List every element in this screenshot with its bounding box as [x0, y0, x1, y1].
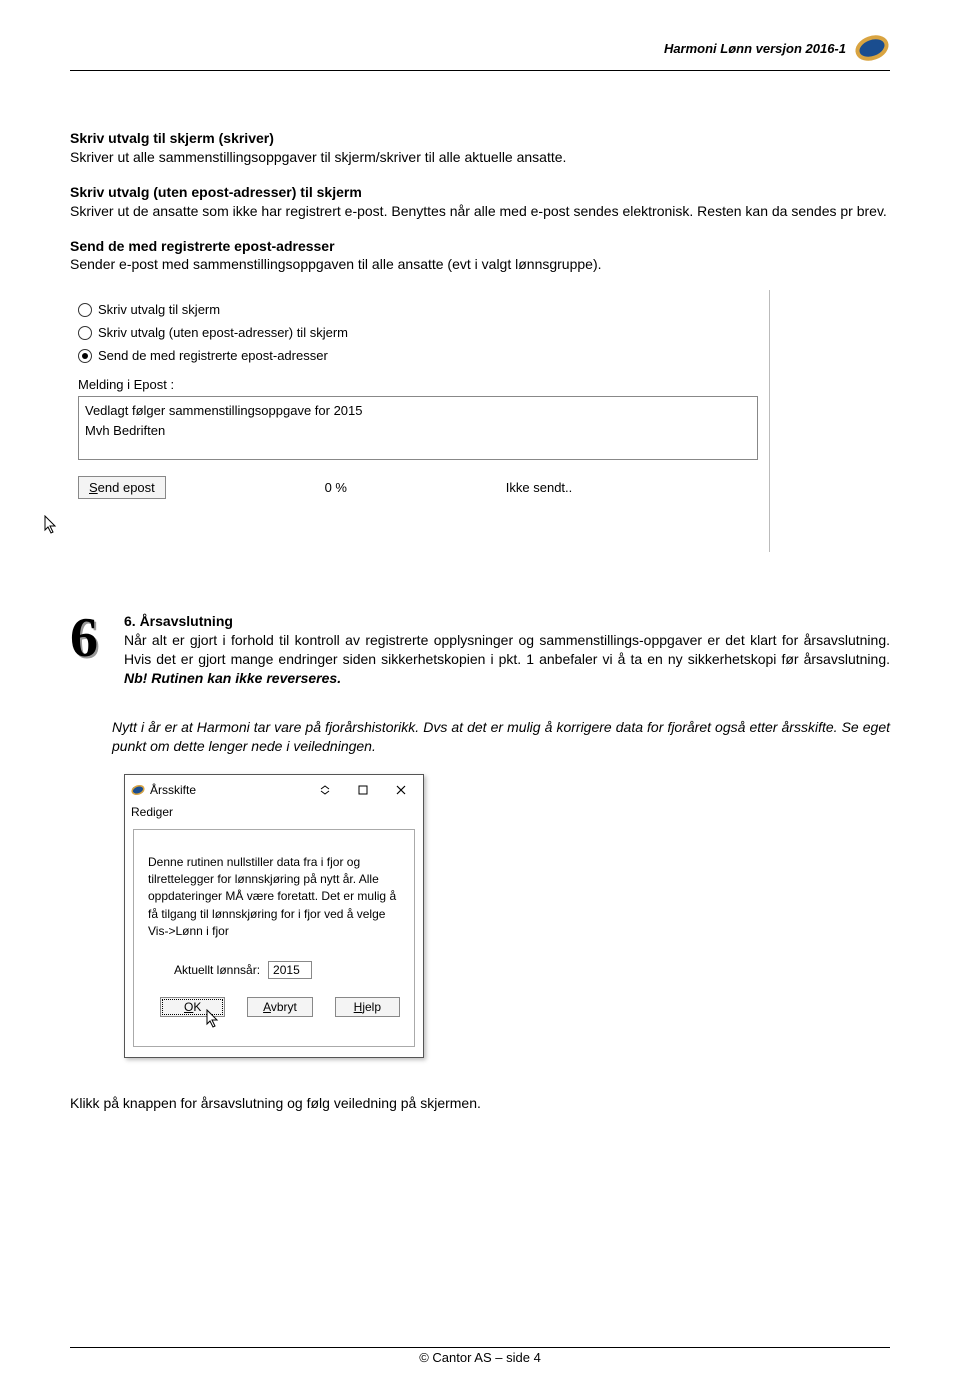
cancel-button[interactable]: Avbryt — [247, 997, 312, 1017]
section-number-6: 6 — [70, 610, 112, 666]
section-6-body2: Nytt i år er at Harmoni tar vare på fjor… — [112, 718, 890, 756]
section-2-heading: Skriv utvalg (uten epost-adresser) til s… — [70, 184, 362, 200]
section-6-nb: Nb! Rutinen kan ikke reverseres. — [124, 670, 341, 686]
cursor-icon — [206, 1009, 220, 1029]
textarea-line-1: Vedlagt følger sammenstillingsoppgave fo… — [85, 401, 751, 421]
send-status: Ikke sendt.. — [506, 480, 572, 495]
progress-text: 0 % — [206, 480, 466, 495]
year-input[interactable]: 2015 — [268, 961, 312, 979]
year-label: Aktuellt lønnsår: — [174, 963, 260, 977]
send-email-button[interactable]: Send epost — [78, 476, 166, 499]
textarea-line-2: Mvh Bedriften — [85, 421, 751, 441]
logo-icon — [854, 30, 890, 66]
dialog-titlebar: Årsskifte — [125, 775, 423, 803]
header-title: Harmoni Lønn versjon 2016-1 — [664, 41, 846, 56]
dialog-body-text: Denne rutinen nullstiller data fra i fjo… — [148, 854, 400, 941]
section-1-heading: Skriv utvalg til skjerm (skriver) — [70, 130, 274, 146]
cursor-icon — [44, 515, 58, 535]
menu-rediger[interactable]: Rediger — [131, 805, 173, 819]
radio-icon — [78, 303, 92, 317]
section-1-body: Skriver ut alle sammenstillingsoppgaver … — [70, 149, 566, 165]
section-2: Skriv utvalg (uten epost-adresser) til s… — [70, 183, 890, 221]
year-change-dialog: Årsskifte Rediger Denne rutinen nullstil… — [124, 774, 424, 1058]
radio-icon-selected — [78, 349, 92, 363]
radio-1-label: Skriv utvalg til skjerm — [98, 302, 220, 317]
section-2-body: Skriver ut de ansatte som ikke har regis… — [70, 203, 887, 219]
send-label-rest: end epost — [98, 480, 155, 495]
radio-2-label: Skriv utvalg (uten epost-adresser) til s… — [98, 325, 348, 340]
section-3-heading: Send de med registrerte epost-adresser — [70, 238, 335, 254]
dialog-title: Årsskifte — [150, 783, 196, 797]
page-footer: © Cantor AS – side 4 — [70, 1347, 890, 1365]
app-icon — [131, 783, 145, 797]
section-3-body: Sender e-post med sammenstillingsoppgave… — [70, 256, 602, 272]
radio-option-2[interactable]: Skriv utvalg (uten epost-adresser) til s… — [78, 321, 769, 344]
radio-option-3[interactable]: Send de med registrerte epost-adresser — [78, 344, 769, 367]
radio-icon — [78, 326, 92, 340]
radio-option-1[interactable]: Skriv utvalg til skjerm — [78, 298, 769, 321]
section-1: Skriv utvalg til skjerm (skriver) Skrive… — [70, 129, 890, 167]
final-instruction: Klikk på knappen for årsavslutning og fø… — [70, 1094, 890, 1113]
maximize-button[interactable] — [345, 779, 381, 801]
restore-button[interactable] — [307, 779, 343, 801]
document-header: Harmoni Lønn versjon 2016-1 — [70, 30, 890, 66]
close-button[interactable] — [383, 779, 419, 801]
section-3: Send de med registrerte epost-adresser S… — [70, 237, 890, 275]
footer-text: © Cantor AS – side 4 — [419, 1350, 541, 1365]
dialog-menubar[interactable]: Rediger — [125, 803, 423, 823]
section-6-heading: 6. Årsavslutning — [124, 613, 233, 629]
section-6-body1: Når alt er gjort i forhold til kontroll … — [124, 632, 890, 667]
help-button[interactable]: Hjelp — [335, 997, 400, 1017]
email-options-dialog: Skriv utvalg til skjerm Skriv utvalg (ut… — [70, 290, 770, 552]
section-6-para: 6. Årsavslutning Når alt er gjort i forh… — [124, 612, 890, 688]
email-message-textarea[interactable]: Vedlagt følger sammenstillingsoppgave fo… — [78, 396, 758, 460]
email-message-label: Melding i Epost : — [78, 377, 769, 392]
radio-3-label: Send de med registrerte epost-adresser — [98, 348, 328, 363]
